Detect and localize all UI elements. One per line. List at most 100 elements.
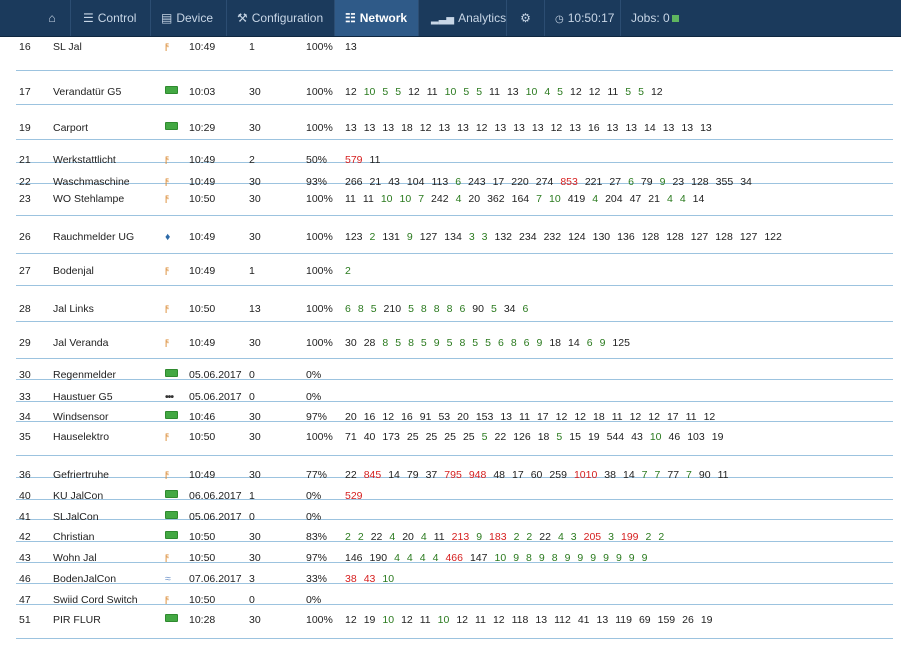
node-name: Bodenjal [53, 265, 94, 277]
database-icon: ▤ [161, 11, 173, 25]
response-time-value: 7 [536, 193, 542, 205]
response-time-value: 5 [420, 337, 427, 349]
node-name: Rauchmelder UG [53, 231, 135, 243]
success-rate: 100% [306, 265, 333, 277]
response-time-value: 13 [662, 122, 675, 134]
response-time-value: 25 [425, 431, 438, 443]
response-time-value: 12 [570, 86, 582, 98]
response-time-value: 22 [494, 431, 507, 443]
response-time-value: 12 [345, 614, 357, 626]
response-times: 2 [345, 265, 358, 277]
table-row[interactable]: 36 Gefriertruhe ϝ 10:49 30 77% 22 845 14 79 37 795 9… [16, 455, 893, 481]
sitemap-icon: ☷ [345, 11, 356, 25]
response-time-value: 128 [641, 231, 660, 243]
response-time-value: 134 [444, 231, 462, 243]
table-row[interactable]: 28 Jal Links ϝ 10:50 13 100% 6 8 5 210 5 8 8 8 6 90 5 34 6 [16, 285, 893, 322]
message-count: 13 [249, 303, 261, 315]
response-time-value: 4 [455, 193, 462, 205]
response-time-value: 10 [437, 614, 450, 626]
response-time-value: 4 [666, 193, 673, 205]
node-id: 23 [19, 193, 31, 205]
table-row[interactable]: 22 Waschmaschine ϝ 10:49 30 93% 266 21 43 104 113 6… [16, 162, 893, 188]
table-row[interactable]: 51 PIR FLUR 10:28 30 100% 12 19 10 12 11 10 12 11 12 1… [16, 604, 893, 639]
nav-configuration[interactable]: ⚒ Configuration [226, 0, 334, 36]
nav-settings[interactable]: ⚙ [506, 0, 544, 36]
response-time-value: 5 [638, 86, 644, 98]
response-times: 71 40 173 25 25 25 25 5 22 126 18 5 15 19 544 43 10 46 103… [345, 431, 730, 443]
table-row[interactable]: 47 Swiid Cord Switch ϝ 10:50 0 0% [16, 583, 893, 606]
response-time-value: 10 [649, 431, 662, 443]
table-row[interactable]: 33 Haustuer G5 ••• 05.06.2017 0 0% [16, 379, 893, 403]
nav-network[interactable]: ☷ Network [334, 0, 418, 36]
table-row[interactable]: 16 SL Jal ϝ 10:49 1 100% 13 [16, 37, 893, 71]
response-times: 13 13 13 18 12 13 13 12 13 13 13 12 13 16 13 13 14 13 13 13 [345, 122, 719, 134]
table-row[interactable]: 26 Rauchmelder UG ♦ 10:49 30 100% 123 2 131 9 127 1… [16, 215, 893, 254]
node-id: 27 [19, 265, 31, 277]
response-time-value: 19 [363, 614, 376, 626]
response-time-value: 12 [588, 86, 601, 98]
response-time-value: 18 [401, 122, 413, 134]
nav-device[interactable]: ▤ Device [150, 0, 226, 36]
nav-home[interactable]: ⌂ [34, 0, 70, 36]
response-time-value: 13 [438, 122, 451, 134]
response-time-value: 19 [587, 431, 600, 443]
table-row[interactable]: 27 Bodenjal ϝ 10:49 1 100% 2 [16, 253, 893, 286]
table-row[interactable]: 43 Wohn Jal ϝ 10:50 30 97% 146 190 4 4 4 4 466 147 10 9… [16, 541, 893, 564]
response-time-value: 103 [687, 431, 705, 443]
last-seen-time: 10:50 [189, 431, 216, 443]
response-time-value: 7 [418, 193, 425, 205]
response-time-value: 8 [510, 337, 517, 349]
nav-jobs[interactable]: Jobs: 0 [620, 0, 692, 36]
response-time-value: 12 [456, 614, 469, 626]
response-time-value: 10 [549, 193, 561, 205]
table-row[interactable]: 29 Jal Veranda ϝ 10:49 30 100% 30 28 8 5 8 5 9 5 8 5 5 6 8… [16, 321, 893, 359]
last-seen-time: 10:49 [189, 41, 216, 53]
response-time-value: 2 [345, 265, 351, 277]
response-time-value: 14 [644, 122, 656, 134]
node-id: 29 [19, 337, 31, 349]
response-time-value: 25 [406, 431, 419, 443]
response-time-value: 69 [638, 614, 651, 626]
response-time-value: 30 [345, 337, 357, 349]
response-time-value: 210 [383, 303, 402, 315]
success-rate: 100% [306, 41, 333, 53]
table-row[interactable]: 35 Hauselektro ϝ 10:50 30 100% 71 40 173 25 25 25 25… [16, 421, 893, 456]
message-count: 1 [249, 41, 255, 53]
response-times: 30 28 8 5 8 5 9 5 8 5 5 6 8 6 9 18 14 6 9 125 [345, 337, 637, 349]
response-time-value: 11 [345, 193, 356, 205]
table-row[interactable]: 21 Werkstattlicht ϝ 10:49 2 50% 579 11 [16, 139, 893, 166]
response-time-value: 19 [700, 614, 713, 626]
response-time-value: 46 [668, 431, 681, 443]
table-row[interactable]: 17 Verandatür G5 10:03 30 100% 12 10 5 5 12 11 10 5 5… [16, 70, 893, 105]
response-time-value: 234 [519, 231, 537, 243]
table-row[interactable]: 42 Christian 10:50 30 83% 2 2 22 4 20 4 11 213 9 183 2 2… [16, 519, 893, 543]
table-row[interactable]: 23 WO Stehlampe ϝ 10:50 30 100% 11 11 10 10 7 242 4 2… [16, 183, 893, 216]
nav-analytics[interactable]: ▂▃▅ Analytics [418, 0, 506, 36]
response-time-value: 4 [592, 193, 599, 205]
response-time-value: 34 [503, 303, 516, 315]
response-time-value: 25 [444, 431, 456, 443]
response-times: 11 11 10 10 7 242 4 20 362 164 7 10 419 4 204 47 21 4 4 14 [345, 193, 711, 205]
response-time-value: 12 [492, 614, 505, 626]
table-row[interactable]: 19 Carport 10:29 30 100% 13 13 13 18 12 13 13 12 13 13… [16, 105, 893, 140]
response-time-value: 13 [535, 614, 548, 626]
response-time-value: 47 [629, 193, 642, 205]
response-time-value: 11 [362, 193, 374, 205]
nav-control[interactable]: ☰ Control [70, 0, 150, 36]
response-time-value: 122 [764, 231, 782, 243]
response-time-value: 118 [511, 614, 529, 626]
table-row[interactable]: 30 Regenmelder 05.06.2017 0 0% [16, 358, 893, 381]
response-time-value: 41 [577, 614, 590, 626]
table-row[interactable]: 40 KU JalCon 06.06.2017 1 0% 529 [16, 477, 893, 502]
response-time-value: 4 [544, 86, 551, 98]
response-time-value: 123 [345, 231, 363, 243]
table-row[interactable]: 34 Windsensor 10:46 30 97% 20 16 12 16 91 53 20 153 1… [16, 401, 893, 423]
success-rate: 100% [306, 431, 333, 443]
response-time-value: 13 [382, 122, 395, 134]
response-time-value: 10 [399, 193, 412, 205]
table-row[interactable]: 46 BodenJalCon ≈07.06.2017 3 33% 38 43 10 [16, 562, 893, 585]
response-time-value: 9 [599, 337, 606, 349]
response-time-value: 9 [433, 337, 440, 349]
response-time-value: 5 [490, 303, 497, 315]
table-row[interactable]: 41 SLJalCon 05.06.2017 0 0% [16, 499, 893, 523]
